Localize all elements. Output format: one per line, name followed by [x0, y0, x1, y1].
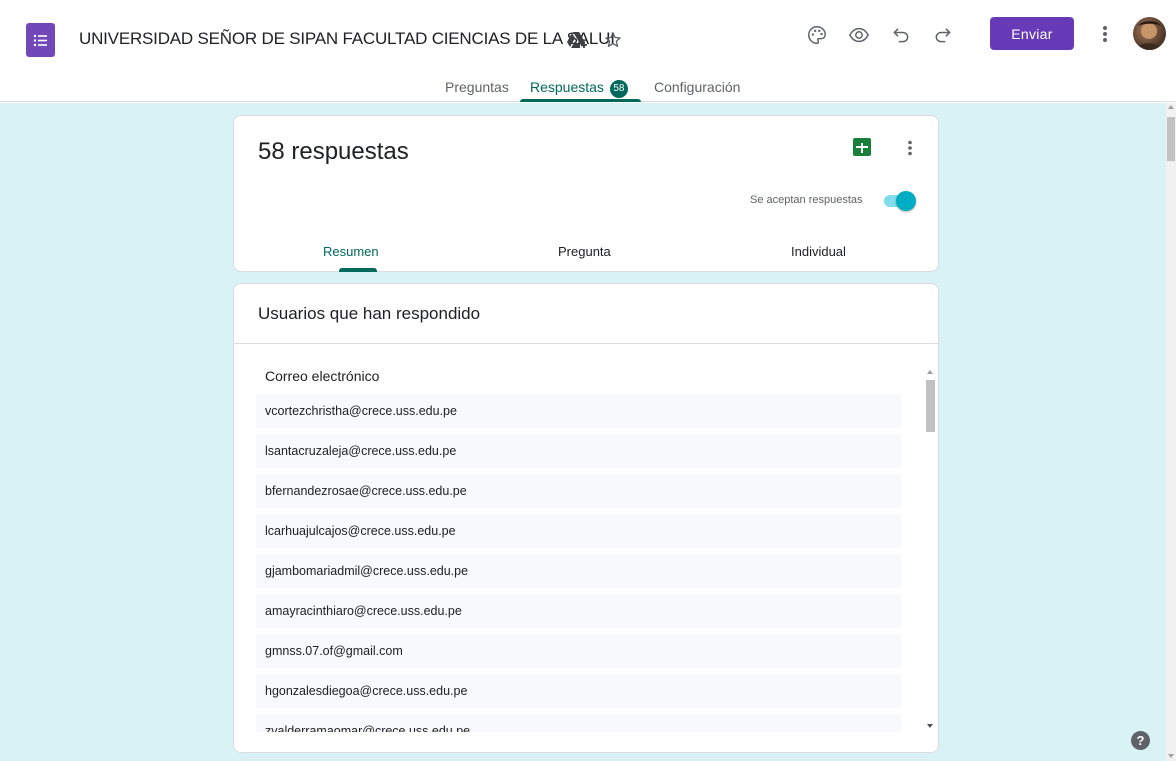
undo-icon[interactable] [889, 23, 913, 47]
email-list-scrollbar[interactable] [923, 366, 937, 732]
tab-label: Configuración [654, 79, 741, 95]
redo-icon[interactable] [931, 23, 955, 47]
form-title[interactable]: UNIVERSIDAD SEÑOR DE SIPAN FACULTAD CIEN… [79, 29, 615, 49]
list-item: amayracinthiaro@crece.uss.edu.pe [256, 594, 902, 628]
scroll-up-arrow-icon[interactable] [927, 370, 933, 374]
form-tabs: Preguntas Respuestas 58 Configuración [0, 76, 1176, 102]
list-item: vcortezchristha@crece.uss.edu.pe [256, 394, 902, 428]
scroll-up-arrow-icon[interactable] [1168, 105, 1174, 109]
send-button[interactable]: Enviar [990, 17, 1074, 50]
forms-icon[interactable] [26, 23, 55, 57]
avatar[interactable] [1133, 17, 1166, 50]
active-subtab-indicator [339, 268, 377, 272]
list-item: zvalderramaomar@crece.uss.edu.pe [256, 714, 902, 732]
accepting-responses-label: Se aceptan respuestas [750, 194, 863, 206]
email-list[interactable]: vcortezchristha@crece.uss.edu.pe lsantac… [256, 394, 902, 732]
app-header: UNIVERSIDAD SEÑOR DE SIPAN FACULTAD CIEN… [0, 0, 1176, 102]
tab-respuestas[interactable]: Respuestas 58 [530, 79, 628, 98]
response-count: 58 respuestas [258, 138, 409, 165]
subtab-resumen[interactable]: Resumen [323, 244, 379, 259]
page-scrollbar[interactable] [1166, 103, 1176, 761]
list-item: lsantacruzaleja@crece.uss.edu.pe [256, 434, 902, 468]
subtab-pregunta[interactable]: Pregunta [558, 244, 611, 259]
tab-label: Respuestas [530, 79, 604, 95]
more-vert-icon[interactable] [1093, 22, 1117, 46]
tab-preguntas[interactable]: Preguntas [445, 79, 509, 95]
email-column-label: Correo electrónico [265, 368, 380, 384]
list-item: hgonzalesdiegoa@crece.uss.edu.pe [256, 674, 902, 708]
more-vert-icon[interactable] [898, 136, 922, 160]
list-item: gjambomariadmil@crece.uss.edu.pe [256, 554, 902, 588]
list-item: bfernandezrosae@crece.uss.edu.pe [256, 474, 902, 508]
respondents-card: Usuarios que han respondido Correo elect… [233, 283, 939, 753]
scrollbar-thumb[interactable] [926, 380, 935, 432]
sheets-icon[interactable] [853, 138, 871, 156]
preview-eye-icon[interactable] [847, 23, 871, 47]
response-count-badge: 58 [609, 80, 628, 98]
palette-icon[interactable] [805, 23, 829, 47]
divider [234, 343, 938, 344]
respondents-title: Usuarios que han respondido [258, 304, 481, 323]
help-icon[interactable]: ? [1131, 731, 1150, 750]
list-item: gmnss.07.of@gmail.com [256, 634, 902, 668]
active-tab-indicator [520, 99, 641, 102]
scroll-down-arrow-icon[interactable] [1168, 754, 1174, 758]
tab-label: Preguntas [445, 79, 509, 95]
summary-card: 58 respuestas Se aceptan respuestas Resu… [233, 115, 939, 272]
accepting-responses-toggle[interactable] [884, 191, 916, 211]
drive-add-icon[interactable] [565, 28, 589, 52]
toggle-knob [896, 191, 916, 211]
tab-configuracion[interactable]: Configuración [654, 79, 740, 95]
scrollbar-thumb[interactable] [1167, 117, 1175, 161]
list-item: lcarhuajulcajos@crece.uss.edu.pe [256, 514, 902, 548]
star-icon[interactable] [601, 28, 625, 52]
subtab-individual[interactable]: Individual [791, 244, 846, 259]
responses-page: 58 respuestas Se aceptan respuestas Resu… [0, 103, 1166, 761]
scroll-down-arrow-icon[interactable] [927, 724, 933, 728]
